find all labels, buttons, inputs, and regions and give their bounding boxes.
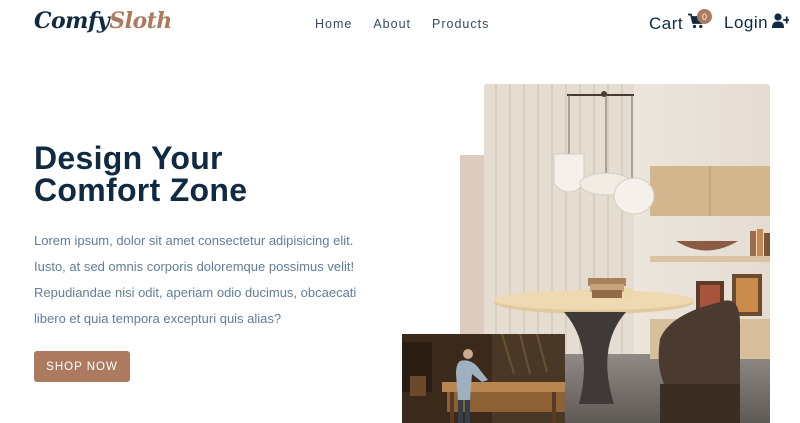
navbar: ComfySloth Home About Products Cart 0 Lo… (0, 0, 800, 48)
hero-text-line: libero et quia tempora excepturi quis al… (34, 311, 282, 326)
nav-links: Home About Products (315, 17, 489, 31)
nav-link-about[interactable]: About (373, 17, 411, 31)
hero-accent-image (402, 334, 565, 423)
cart-label: Cart (649, 13, 684, 33)
hero-text-line: Repudiandae nisi odit, aperiam odio duci… (34, 285, 357, 300)
login-label: Login (724, 13, 769, 32)
nav-link-home[interactable]: Home (315, 17, 352, 31)
logo[interactable]: ComfySloth (34, 8, 172, 34)
hero-title-line2: Comfort Zone (34, 172, 248, 208)
hero-description: Lorem ipsum, dolor sit amet consectetur … (34, 228, 364, 332)
hero-text-line: Lorem ipsum, dolor sit amet consectetur … (34, 233, 354, 248)
hero-title: Design Your Comfort Zone (34, 142, 354, 206)
nav-link-products[interactable]: Products (432, 17, 489, 31)
cart-count-badge: 0 (697, 9, 712, 24)
shop-now-button[interactable]: SHOP NOW (34, 351, 130, 382)
hero-title-line1: Design Your (34, 140, 223, 176)
login-button[interactable]: Login (724, 13, 791, 33)
user-plus-icon (772, 13, 791, 33)
hero-text-line: Iusto, at sed omnis corporis doloremque … (34, 259, 355, 274)
